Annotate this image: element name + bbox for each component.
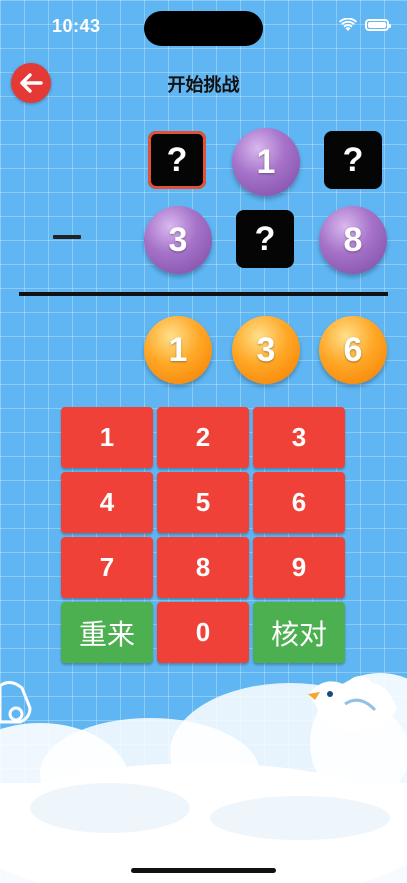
digit-value: 8 bbox=[343, 220, 363, 259]
key-3[interactable]: 3 bbox=[253, 407, 345, 468]
digit-ball: 1 bbox=[232, 128, 300, 196]
key-5[interactable]: 5 bbox=[157, 472, 249, 533]
result-ball: 3 bbox=[232, 316, 300, 384]
key-6[interactable]: 6 bbox=[253, 472, 345, 533]
unknown-digit-slot-selected[interactable]: ? bbox=[148, 131, 206, 189]
game-screen: 10:43 开始挑战 ? 1 ? 3 ? 8 1 3 6 1 2 3 4 5 6 bbox=[0, 0, 407, 883]
digit-ball: 3 bbox=[144, 206, 212, 274]
unknown-digit-slot[interactable]: ? bbox=[324, 131, 382, 189]
dynamic-island bbox=[144, 11, 263, 46]
unknown-mark: ? bbox=[254, 219, 276, 258]
key-4[interactable]: 4 bbox=[61, 472, 153, 533]
key-7[interactable]: 7 bbox=[61, 537, 153, 598]
status-icons bbox=[339, 18, 391, 32]
key-8[interactable]: 8 bbox=[157, 537, 249, 598]
wifi-icon bbox=[339, 18, 357, 31]
result-digit: 3 bbox=[256, 330, 276, 369]
unknown-digit-slot[interactable]: ? bbox=[236, 210, 294, 268]
home-indicator bbox=[131, 868, 276, 873]
key-9[interactable]: 9 bbox=[253, 537, 345, 598]
number-keypad: 1 2 3 4 5 6 7 8 9 重来 0 核对 bbox=[61, 407, 347, 663]
car-doodle-icon bbox=[0, 681, 32, 724]
unknown-mark: ? bbox=[342, 140, 364, 179]
key-2[interactable]: 2 bbox=[157, 407, 249, 468]
result-ball: 6 bbox=[319, 316, 387, 384]
result-divider bbox=[19, 292, 388, 296]
result-ball: 1 bbox=[144, 316, 212, 384]
key-1[interactable]: 1 bbox=[61, 407, 153, 468]
unknown-mark: ? bbox=[166, 140, 188, 179]
digit-value: 3 bbox=[168, 220, 188, 259]
digit-value: 1 bbox=[256, 142, 276, 181]
bird-doodle-icon bbox=[308, 676, 398, 732]
result-digit: 6 bbox=[343, 330, 363, 369]
page-title: 开始挑战 bbox=[167, 75, 240, 95]
digit-ball: 8 bbox=[319, 206, 387, 274]
minus-operator bbox=[53, 235, 81, 239]
result-digit: 1 bbox=[168, 330, 188, 369]
battery-icon bbox=[365, 19, 391, 31]
status-time: 10:43 bbox=[52, 16, 101, 36]
